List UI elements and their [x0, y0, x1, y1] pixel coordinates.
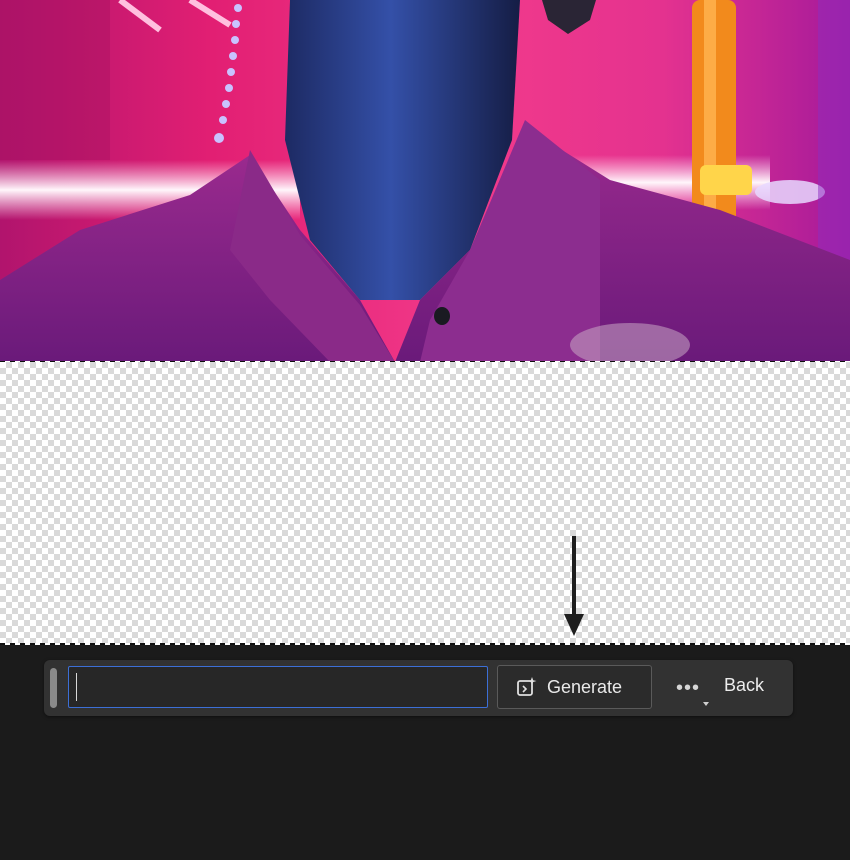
drag-handle[interactable]	[50, 668, 57, 708]
prompt-input[interactable]	[68, 666, 488, 708]
more-options-button[interactable]: •••	[666, 668, 712, 710]
contextual-task-bar: Generate ••• Back	[44, 660, 793, 716]
text-cursor	[76, 673, 77, 701]
photo-illustration	[0, 0, 850, 362]
photo-layer	[0, 0, 850, 362]
back-button[interactable]: Back	[724, 675, 764, 696]
chevron-down-icon	[703, 702, 709, 706]
down-arrow-icon	[564, 536, 584, 636]
transparent-canvas-area[interactable]	[0, 362, 850, 645]
generate-button-label: Generate	[547, 676, 623, 697]
generate-button[interactable]: Generate	[497, 665, 652, 709]
generative-fill-icon	[517, 677, 537, 696]
